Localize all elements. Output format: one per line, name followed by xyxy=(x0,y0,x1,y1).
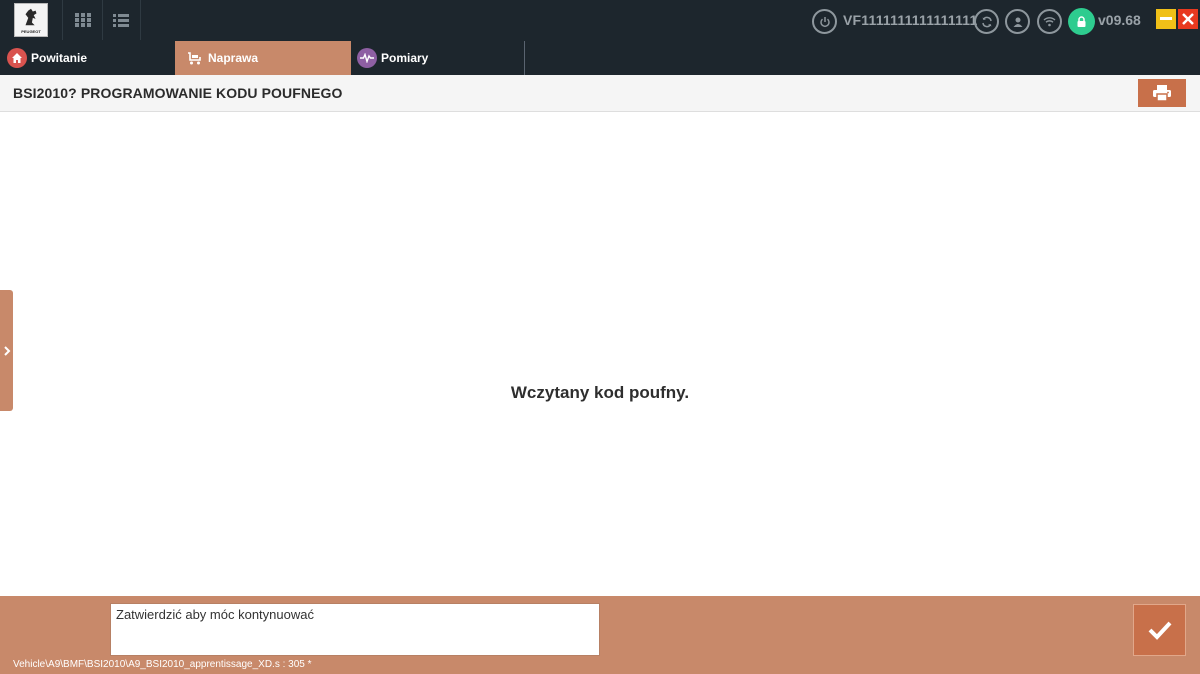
tab-label: Pomiary xyxy=(381,51,429,65)
confirm-button[interactable] xyxy=(1133,604,1186,656)
home-icon xyxy=(7,48,27,68)
close-button[interactable] xyxy=(1178,9,1198,29)
power-icon[interactable] xyxy=(812,9,837,34)
logo-brand-text: PEUGEOT xyxy=(21,29,41,34)
tab-bar: Powitanie Naprawa Pomiary xyxy=(0,41,1200,75)
version-label: v09.68 xyxy=(1098,12,1141,28)
repair-icon xyxy=(184,48,204,68)
footer-bar: Zatwierdzić aby móc kontynuować Vehicle\… xyxy=(0,596,1200,674)
vin-number: VF1111111111111111 xyxy=(843,12,978,28)
refresh-icon[interactable] xyxy=(974,9,999,34)
chevron-right-icon xyxy=(3,345,10,356)
lock-icon[interactable] xyxy=(1068,8,1095,35)
toolbar-divider xyxy=(62,0,63,40)
checkmark-icon xyxy=(1148,621,1171,640)
status-message: Wczytany kod poufny. xyxy=(510,383,690,402)
tab-powitanie[interactable]: Powitanie xyxy=(0,41,175,75)
toolbar-divider xyxy=(102,0,103,40)
print-button[interactable] xyxy=(1138,79,1186,107)
script-path: Vehicle\A9\BMF\BSI2010\A9_BSI2010_appren… xyxy=(13,659,312,670)
toolbar-divider xyxy=(140,0,141,40)
top-bar: PEUGEOT VF1111111111111111 v09.68 Powita… xyxy=(0,0,1200,75)
tab-naprawa[interactable]: Naprawa xyxy=(175,41,351,75)
list-view-icon[interactable] xyxy=(111,11,131,29)
peugeot-logo[interactable]: PEUGEOT xyxy=(14,3,48,37)
tab-divider xyxy=(524,41,525,75)
tab-pomiary[interactable]: Pomiary xyxy=(351,41,524,75)
page-title-bar: BSI2010? PROGRAMOWANIE KODU POUFNEGO xyxy=(0,75,1200,112)
prompt-message-box: Zatwierdzić aby móc kontynuować xyxy=(110,603,600,656)
wifi-icon[interactable] xyxy=(1037,9,1062,34)
lion-icon xyxy=(25,8,37,26)
tab-label: Powitanie xyxy=(31,51,88,65)
pulse-icon xyxy=(357,48,377,68)
minimize-button[interactable] xyxy=(1156,9,1176,29)
grid-view-icon[interactable] xyxy=(73,11,93,29)
page-title: BSI2010? PROGRAMOWANIE KODU POUFNEGO xyxy=(13,85,343,101)
tab-label: Naprawa xyxy=(208,51,259,65)
printer-icon xyxy=(1153,85,1171,102)
minimize-icon xyxy=(1160,17,1172,20)
close-icon xyxy=(1182,13,1194,25)
user-icon[interactable] xyxy=(1005,9,1030,34)
